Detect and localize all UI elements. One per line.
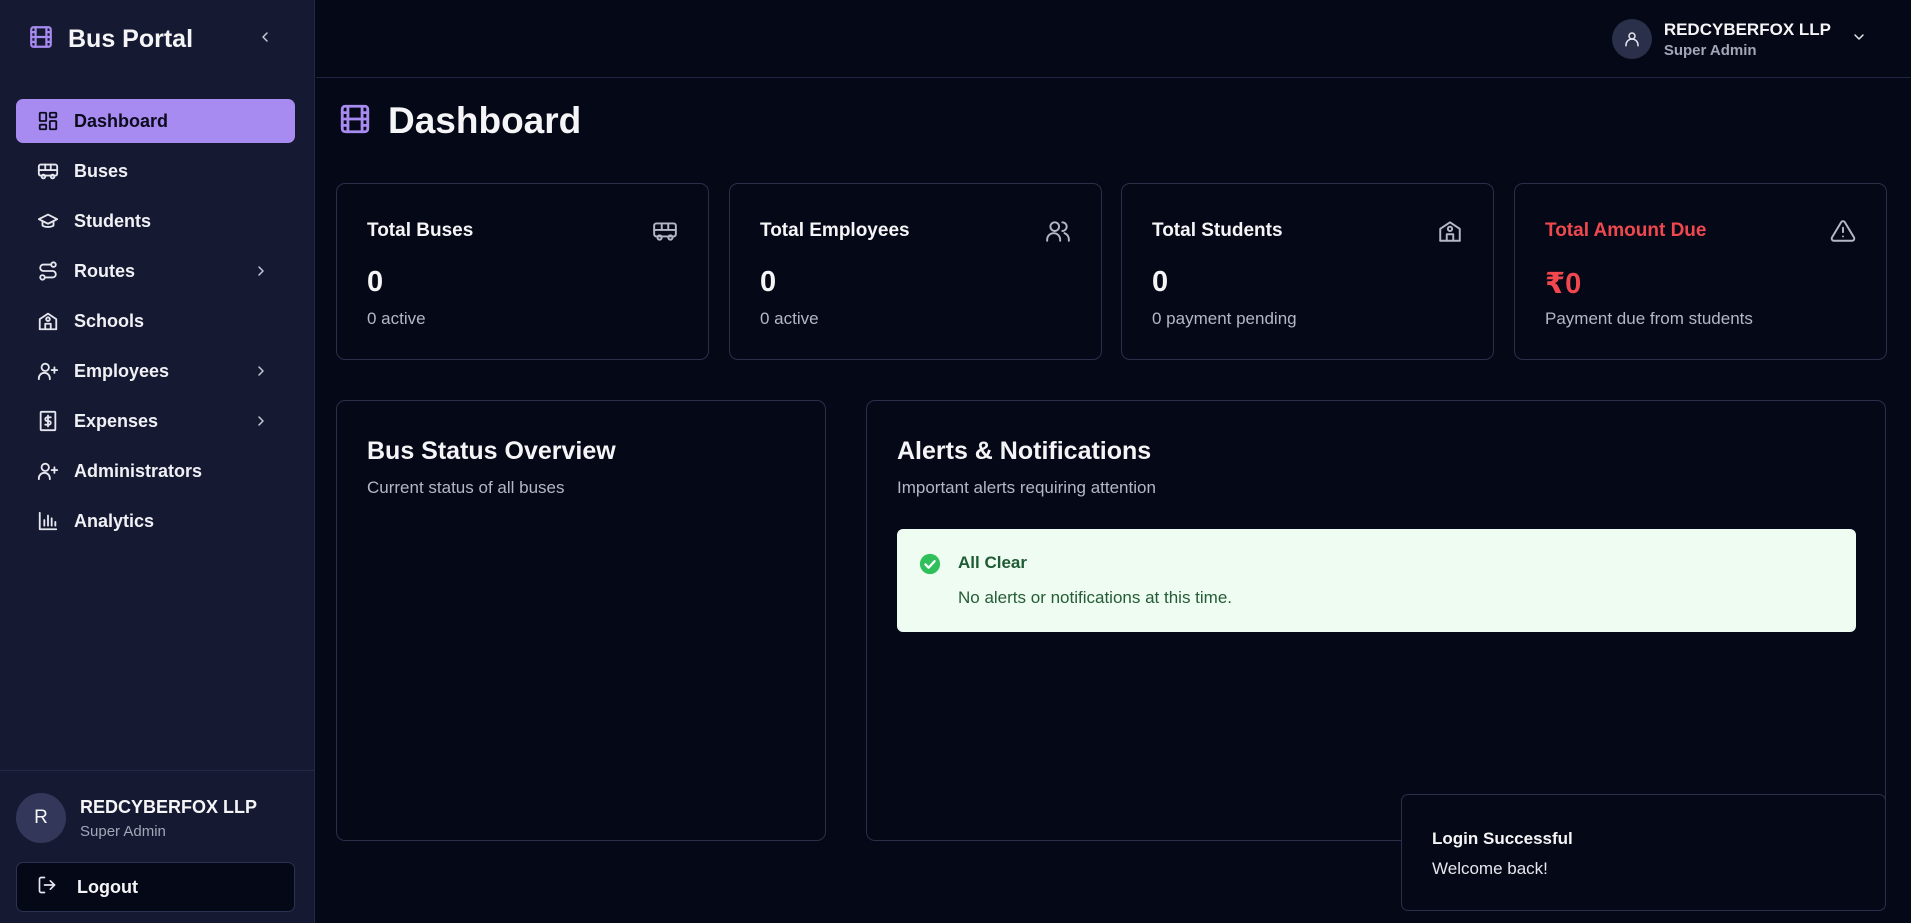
sidebar-item-schools[interactable]: Schools [16,299,295,343]
user-plus-icon [36,459,60,483]
stat-card-amount-due: Total Amount Due ₹0 Payment due from stu… [1514,183,1887,360]
sidebar-item-label: Expenses [74,410,159,431]
sidebar-item-analytics[interactable]: Analytics [16,499,295,543]
logout-button[interactable]: Logout [16,862,295,912]
top-user-name: REDCYBERFOX LLP [1663,19,1831,39]
film-logo-icon [28,24,54,55]
sidebar-user-name: REDCYBERFOX LLP [80,797,258,817]
sidebar-item-routes[interactable]: Routes [16,249,295,293]
route-icon [36,259,60,283]
sidebar-item-students[interactable]: Students [16,199,295,243]
sidebar-item-label: Buses [74,160,129,181]
sidebar-item-label: Dashboard [74,110,169,131]
collapse-sidebar-button[interactable] [252,26,278,52]
sidebar-item-label: Schools [74,310,145,331]
stat-title: Total Students [1152,220,1283,241]
user-plus-icon [36,359,60,383]
bar-chart-icon [36,509,60,533]
stat-title: Total Buses [367,220,474,241]
chevron-right-icon [253,263,269,284]
user-menu-button[interactable]: REDCYBERFOX LLP Super Admin [1611,18,1867,60]
page-title: Dashboard [388,100,582,141]
bus-status-panel: Bus Status Overview Current status of al… [336,400,826,841]
logout-icon [37,875,57,900]
dashboard-grid-icon [36,109,60,133]
alert-text: No alerts or notifications at this time. [958,588,1233,607]
chevron-down-icon [1851,29,1867,50]
school-icon [1437,218,1463,244]
user-icon [1611,19,1652,59]
stat-value: 0 [760,266,777,298]
panel-title: Alerts & Notifications [897,437,1152,465]
user-menu-text: REDCYBERFOX LLP Super Admin [1664,20,1831,59]
sidebar-nav: Dashboard Buses Students Routes Schools … [16,99,295,549]
all-clear-alert: All Clear No alerts or notifications at … [897,529,1856,632]
stat-value: 0 [367,266,384,298]
sidebar-user-role: Super Admin [80,823,166,840]
sidebar-item-label: Administrators [74,460,203,481]
avatar: R [16,793,66,843]
stat-subtext: 0 active [760,309,819,328]
chevron-right-icon [253,363,269,384]
sidebar-item-label: Analytics [74,510,155,531]
graduation-cap-icon [36,209,60,233]
brand[interactable]: Bus Portal [28,24,193,54]
panel-subtitle: Important alerts requiring attention [897,478,1156,497]
school-icon [36,309,60,333]
sidebar-footer: R REDCYBERFOX LLP Super Admin Logout [0,770,315,923]
stat-card-employees: Total Employees 0 0 active [729,183,1102,360]
check-circle-icon [919,553,941,575]
sidebar-item-label: Routes [74,260,136,281]
sidebar-item-dashboard[interactable]: Dashboard [16,99,295,143]
alert-title: All Clear [958,553,1027,572]
panel-title: Bus Status Overview [367,437,616,465]
stat-subtext: 0 active [367,309,426,328]
login-toast[interactable]: Login Successful Welcome back! [1401,794,1886,911]
sidebar-item-expenses[interactable]: Expenses [16,399,295,443]
app-root: Bus Portal Dashboard Buses Students Rout… [0,0,1911,923]
sidebar-item-label: Employees [74,360,170,381]
topbar: REDCYBERFOX LLP Super Admin [316,0,1911,78]
film-icon [338,102,372,141]
stat-subtext: Payment due from students [1545,309,1753,328]
panel-subtitle: Current status of all buses [367,478,565,497]
stat-subtext: 0 payment pending [1152,309,1297,328]
warning-triangle-icon [1830,218,1856,244]
chevron-left-icon [257,29,273,50]
stat-title: Total Employees [760,220,910,241]
top-user-role: Super Admin [1663,41,1757,59]
sidebar: Bus Portal Dashboard Buses Students Rout… [0,0,315,923]
receipt-dollar-icon [36,409,60,433]
toast-text: Welcome back! [1432,859,1548,878]
sidebar-item-administrators[interactable]: Administrators [16,449,295,493]
stat-value: ₹0 [1545,268,1582,300]
stat-card-students: Total Students 0 0 payment pending [1121,183,1494,360]
brand-title: Bus Portal [68,24,194,53]
sidebar-item-label: Students [74,210,152,231]
logout-label: Logout [77,876,138,897]
stat-card-buses: Total Buses 0 0 active [336,183,709,360]
chevron-right-icon [253,413,269,434]
page-header: Dashboard [338,100,582,141]
stat-title: Total Amount Due [1545,220,1707,241]
sidebar-item-employees[interactable]: Employees [16,349,295,393]
sidebar-item-buses[interactable]: Buses [16,149,295,193]
bus-icon [652,218,678,244]
stat-value: 0 [1152,266,1169,298]
users-icon [1045,218,1071,244]
toast-title: Login Successful [1432,829,1573,848]
bus-icon [36,159,60,183]
alerts-panel: Alerts & Notifications Important alerts … [866,400,1886,841]
